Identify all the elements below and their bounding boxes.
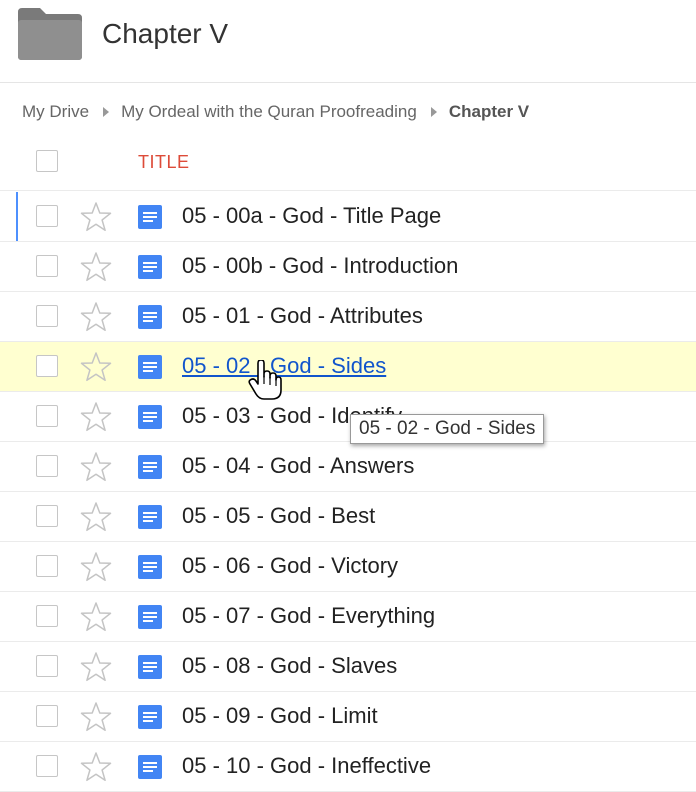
file-list: 05 - 00a - God - Title Page 05 - 00b - Go… (0, 192, 696, 792)
star-icon[interactable] (80, 651, 112, 683)
star-icon[interactable] (80, 501, 112, 533)
file-name-link[interactable]: 05 - 08 - God - Slaves (182, 653, 397, 679)
row-checkbox[interactable] (36, 455, 58, 477)
breadcrumb-my-drive[interactable]: My Drive (22, 102, 89, 122)
row-checkbox[interactable] (36, 555, 58, 577)
file-row[interactable]: 05 - 01 - God - Attributes (0, 292, 696, 342)
star-icon[interactable] (80, 301, 112, 333)
file-row[interactable]: 05 - 04 - God - Answers (0, 442, 696, 492)
star-icon[interactable] (80, 451, 112, 483)
breadcrumb: My Drive My Ordeal with the Quran Proofr… (22, 100, 529, 124)
breadcrumb-separator-icon (430, 107, 437, 117)
file-name-link[interactable]: 05 - 05 - God - Best (182, 503, 375, 529)
row-checkbox[interactable] (36, 655, 58, 677)
file-row[interactable]: 05 - 09 - God - Limit (0, 692, 696, 742)
folder-icon (18, 8, 82, 60)
file-row[interactable]: 05 - 08 - God - Slaves (0, 642, 696, 692)
file-name-link[interactable]: 05 - 07 - God - Everything (182, 603, 435, 629)
row-checkbox[interactable] (36, 605, 58, 627)
doc-icon (138, 555, 162, 579)
folder-title: Chapter V (102, 18, 229, 49)
file-name-link[interactable]: 05 - 06 - God - Victory (182, 553, 398, 579)
header-divider (0, 82, 696, 83)
file-row[interactable]: 05 - 07 - God - Everything (0, 592, 696, 642)
star-icon[interactable] (80, 401, 112, 433)
doc-icon (138, 255, 162, 279)
file-name-link[interactable]: 05 - 09 - God - Limit (182, 703, 378, 729)
star-icon[interactable] (80, 251, 112, 283)
star-icon[interactable] (80, 351, 112, 383)
star-icon[interactable] (80, 551, 112, 583)
doc-icon (138, 355, 162, 379)
file-name-link[interactable]: 05 - 10 - God - Ineffective (182, 753, 431, 779)
doc-icon (138, 505, 162, 529)
file-row[interactable]: 05 - 00b - God - Introduction (0, 242, 696, 292)
star-icon[interactable] (80, 201, 112, 233)
folder-header: Chapter V (0, 0, 696, 82)
doc-icon (138, 755, 162, 779)
file-row[interactable]: 05 - 00a - God - Title Page (0, 192, 696, 242)
file-row[interactable]: 05 - 03 - God - Identify (0, 392, 696, 442)
list-header: TITLE (0, 138, 696, 191)
title-column-header[interactable]: TITLE (138, 152, 190, 173)
row-checkbox[interactable] (36, 305, 58, 327)
star-icon[interactable] (80, 751, 112, 783)
file-row[interactable]: 05 - 06 - God - Victory (0, 542, 696, 592)
file-name-link[interactable]: 05 - 01 - God - Attributes (182, 303, 423, 329)
star-icon[interactable] (80, 701, 112, 733)
doc-icon (138, 605, 162, 629)
tooltip: 05 - 02 - God - Sides (350, 414, 545, 444)
row-checkbox[interactable] (36, 355, 58, 377)
hand-cursor-icon (248, 360, 282, 400)
row-checkbox[interactable] (36, 405, 58, 427)
file-name-link[interactable]: 05 - 00b - God - Introduction (182, 253, 458, 279)
file-row[interactable]: 05 - 10 - God - Ineffective (0, 742, 696, 792)
file-row[interactable]: 05 - 02 - God - Sides (0, 342, 696, 392)
row-checkbox[interactable] (36, 205, 58, 227)
doc-icon (138, 455, 162, 479)
select-all-checkbox[interactable] (36, 150, 58, 172)
row-checkbox[interactable] (36, 755, 58, 777)
breadcrumb-separator-icon (103, 107, 110, 117)
star-icon[interactable] (80, 601, 112, 633)
breadcrumb-parent-folder[interactable]: My Ordeal with the Quran Proofreading (121, 102, 417, 122)
file-name-link[interactable]: 05 - 02 - God - Sides (182, 353, 386, 379)
row-checkbox[interactable] (36, 255, 58, 277)
doc-icon (138, 705, 162, 729)
doc-icon (138, 305, 162, 329)
file-name-link[interactable]: 05 - 00a - God - Title Page (182, 203, 441, 229)
doc-icon (138, 655, 162, 679)
file-name-link[interactable]: 05 - 04 - God - Answers (182, 453, 414, 479)
selection-indicator (16, 192, 18, 241)
row-checkbox[interactable] (36, 705, 58, 727)
doc-icon (138, 405, 162, 429)
breadcrumb-current-folder: Chapter V (448, 102, 530, 121)
doc-icon (138, 205, 162, 229)
file-row[interactable]: 05 - 05 - God - Best (0, 492, 696, 542)
row-checkbox[interactable] (36, 505, 58, 527)
